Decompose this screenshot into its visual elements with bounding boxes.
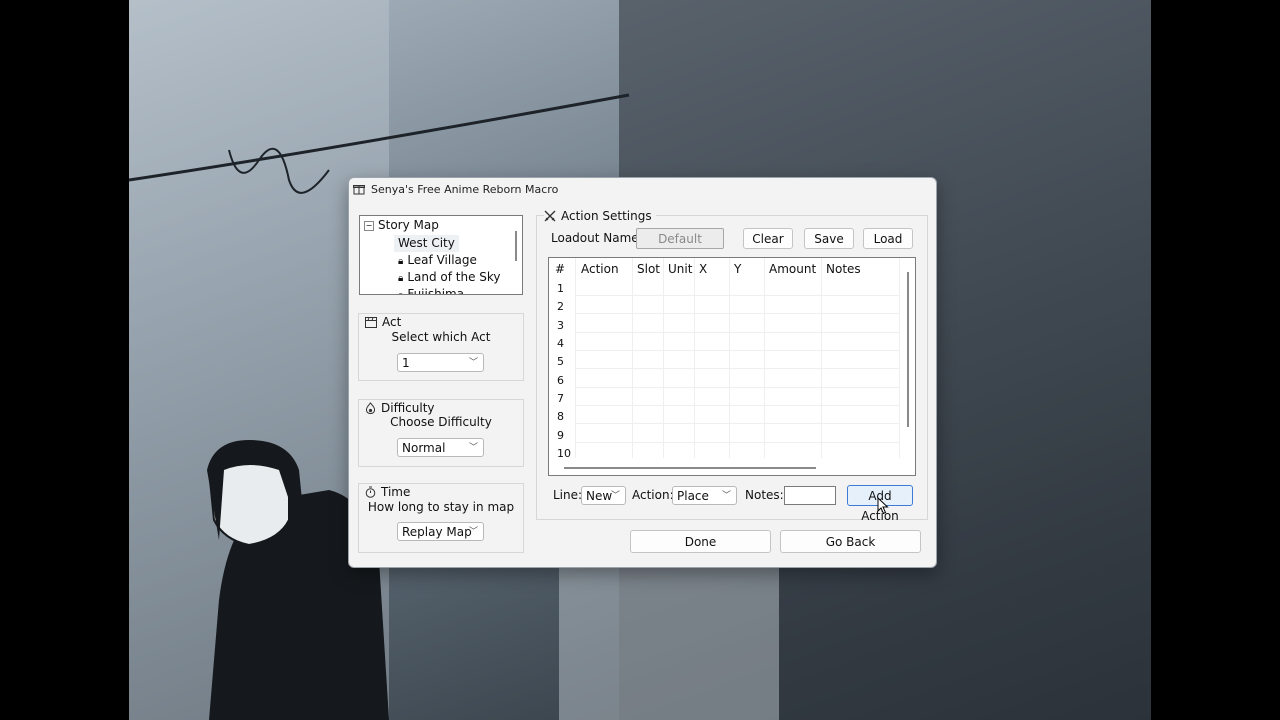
chevron-down-icon: ﹀ [610,491,620,501]
tree-item-label: Fujishima [407,287,465,295]
tree-scrollbar[interactable] [515,231,517,261]
column-header-action[interactable]: Action [581,262,619,276]
action-label: Action: [632,488,674,502]
lock-icon: 🔒︎ [398,290,403,294]
flame-icon [365,402,376,414]
tree-node-story-map[interactable]: − Story Map [364,217,439,234]
column-header-number[interactable]: # [555,262,565,276]
time-heading: Time [365,483,410,501]
lock-icon: 🔒︎ [398,256,404,267]
difficulty-heading-label: Difficulty [381,401,435,415]
table-row[interactable]: 8 [557,410,564,423]
tree-item-label: West City [398,236,455,250]
difficulty-select[interactable]: Normal ﹀ [397,438,484,457]
act-heading: Act [365,313,401,331]
tree-item-label: Land of the Sky [407,270,501,284]
action-settings-label: Action Settings [561,209,652,223]
chevron-down-icon: ﹀ [721,491,731,501]
line-select-value: New [586,489,613,503]
column-header-y[interactable]: Y [734,262,741,276]
table-row[interactable]: 5 [557,355,564,368]
table-row[interactable]: 9 [557,429,564,442]
act-label: Select which Act [391,330,491,344]
time-label: How long to stay in map [367,500,515,514]
window-title: Senya's Free Anime Reborn Macro [371,182,559,196]
clapperboard-icon [365,316,377,328]
time-select[interactable]: Replay Map ﹀ [397,522,484,541]
clear-button[interactable]: Clear [743,228,793,249]
mouse-cursor-icon [877,497,889,515]
act-select-value: 1 [402,356,410,370]
app-window: Senya's Free Anime Reborn Macro − Story M… [348,177,937,568]
table-row[interactable]: 2 [557,300,564,313]
title-bar: Senya's Free Anime Reborn Macro [349,178,936,200]
action-settings-heading: Action Settings [544,209,656,223]
column-header-notes[interactable]: Notes [826,262,861,276]
act-heading-label: Act [382,315,402,329]
column-header-x[interactable]: X [699,262,707,276]
time-select-value: Replay Map [402,525,472,539]
loadout-name-label: Loadout Name: [551,231,643,245]
action-select-value: Place [677,489,709,503]
time-group: Time How long to stay in map Replay Map … [358,483,524,553]
loadout-name-field: Default [636,228,724,249]
chevron-down-icon: ﹀ [468,358,478,368]
act-group: Act Select which Act 1 ﹀ [358,313,524,381]
tree-item-west-city[interactable]: West City [394,235,459,252]
stopwatch-icon [365,486,376,498]
line-select[interactable]: New ﹀ [581,486,626,505]
table-row[interactable]: 1 [557,282,564,295]
chevron-down-icon: ﹀ [468,527,478,537]
done-button[interactable]: Done [630,530,771,553]
column-header-unit[interactable]: Unit [668,262,692,276]
tree-item-label: Leaf Village [407,253,477,267]
difficulty-label: Choose Difficulty [390,415,492,429]
column-header-slot[interactable]: Slot [637,262,660,276]
chevron-down-icon: ﹀ [468,443,478,453]
lock-icon: 🔒︎ [398,273,404,284]
time-heading-label: Time [381,485,411,499]
go-back-button[interactable]: Go Back [780,530,921,553]
tree-root-label: Story Map [378,218,439,232]
table-row[interactable]: 4 [557,337,564,350]
tree-item-fujishima[interactable]: 🔒︎ Fujishima [398,286,465,295]
table-horizontal-scrollbar[interactable] [564,467,816,469]
load-button[interactable]: Load [863,228,913,249]
table-row[interactable]: 10 [557,447,571,460]
table-row[interactable]: 3 [557,319,564,332]
notes-label: Notes: [745,488,784,502]
difficulty-select-value: Normal [402,441,446,455]
map-tree[interactable]: − Story Map West City 🔒︎ Leaf Village 🔒︎ La… [359,215,523,295]
crossed-swords-icon [544,210,556,222]
save-button[interactable]: Save [804,228,854,249]
tree-item-leaf-village[interactable]: 🔒︎ Leaf Village [398,252,477,269]
gift-icon [353,185,365,195]
table-row[interactable]: 6 [557,374,564,387]
actions-table[interactable]: # Action Slot Unit X Y Amount Notes 1 2 … [548,257,916,476]
action-select[interactable]: Place ﹀ [672,486,737,505]
column-header-amount[interactable]: Amount [769,262,816,276]
line-label: Line: [553,488,583,502]
tree-item-land-of-the-sky[interactable]: 🔒︎ Land of the Sky [398,269,501,286]
notes-input[interactable] [784,486,836,505]
collapse-icon[interactable]: − [364,220,374,231]
table-row[interactable]: 7 [557,392,564,405]
act-select[interactable]: 1 ﹀ [397,353,484,372]
difficulty-group: Difficulty Choose Difficulty Normal ﹀ [358,399,524,467]
table-vertical-scrollbar[interactable] [907,272,909,427]
